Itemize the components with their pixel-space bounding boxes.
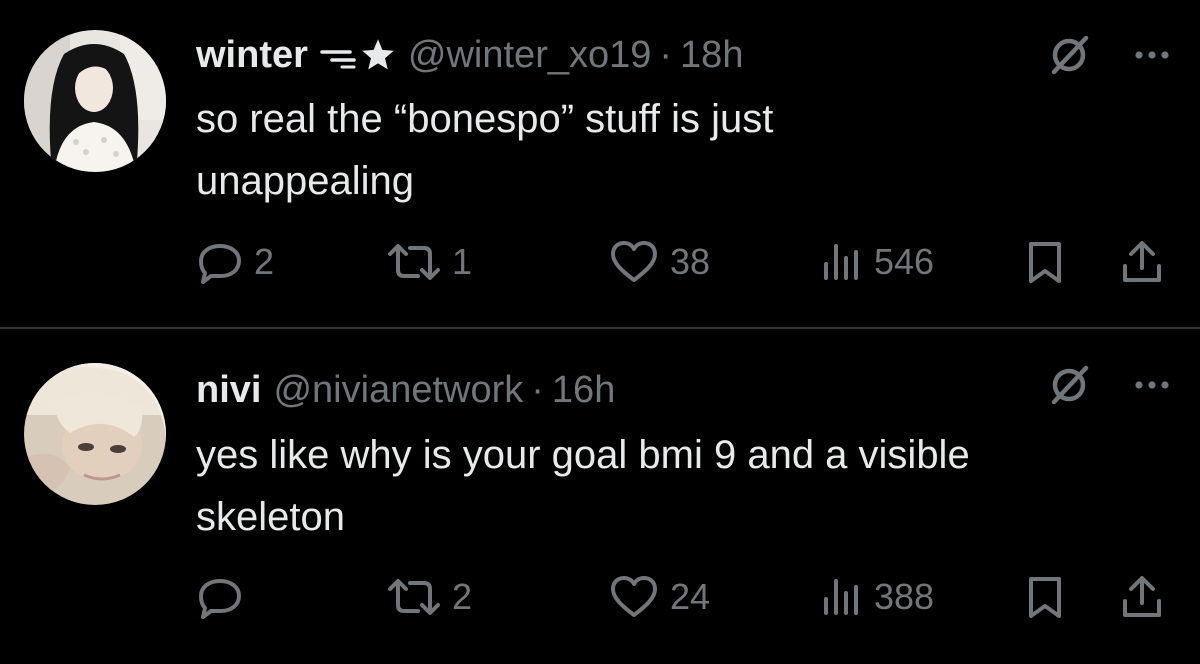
views-icon [824,579,858,615]
avatar[interactable] [24,30,166,172]
double-dash-icon [320,50,356,69]
name-badges [320,37,396,73]
user-avatar-photo [24,363,166,505]
tweet[interactable]: nivi @nivianetwork · 16h yes like why is… [0,329,1200,664]
timestamp[interactable]: 16h [552,362,615,418]
share-icon [1123,241,1161,282]
retweet-button[interactable]: 1 [386,236,472,288]
grok-icon[interactable] [1046,32,1092,78]
tweet-header: nivi @nivianetwork · 16h [196,362,615,418]
views-button[interactable]: 546 [816,236,934,288]
retweet-button[interactable]: 2 [386,571,472,623]
display-name[interactable]: nivi [196,362,261,418]
tweet-top-actions [1046,32,1170,78]
views-count: 388 [874,576,935,617]
tweet[interactable]: winter @winter_xo19 · 18h so real the “b… [0,0,1200,327]
bookmark-button[interactable] [1023,236,1067,288]
star-icon [362,39,394,70]
like-count: 24 [670,576,711,617]
like-icon [611,576,657,617]
share-button[interactable] [1118,571,1166,623]
more-icon[interactable] [1134,49,1170,61]
tweet-actions: 2 1 38 546 [196,236,1176,288]
separator-dot: · [531,369,544,411]
bookmark-icon [1029,242,1061,283]
user-handle[interactable]: @winter_xo19 [408,27,651,83]
tweet-header: winter @winter_xo19 · 18h [196,27,743,83]
tweet-actions: 2 24 388 [196,571,1176,623]
more-icon[interactable] [1134,379,1170,391]
retweet-count: 1 [452,241,473,282]
views-button[interactable]: 388 [816,571,934,623]
views-count: 546 [874,241,935,282]
like-icon [611,241,657,282]
tweet-text: so real the “bonespo” stuff is just unap… [196,97,774,203]
like-count: 38 [670,241,711,282]
tweet-text: yes like why is your goal bmi 9 and a vi… [196,433,970,539]
share-button[interactable] [1118,236,1166,288]
share-icon [1123,576,1161,617]
timestamp[interactable]: 18h [680,27,743,83]
bookmark-icon [1029,577,1061,618]
display-name[interactable]: winter [196,27,308,83]
avatar[interactable] [24,363,166,505]
views-icon [824,244,858,280]
reply-button[interactable]: 2 [196,236,274,288]
separator-dot: · [659,34,673,76]
reply-icon [199,579,241,619]
like-button[interactable]: 24 [608,571,710,623]
user-avatar-photo [24,30,166,172]
user-handle[interactable]: @nivianetwork [273,362,523,418]
retweet-count: 2 [452,576,473,617]
like-button[interactable]: 38 [608,236,710,288]
reply-button[interactable] [196,571,254,623]
tweet-top-actions [1046,362,1170,408]
grok-icon[interactable] [1046,362,1092,408]
bookmark-button[interactable] [1023,571,1067,623]
reply-icon [199,244,241,284]
retweet-icon [388,579,440,615]
retweet-icon [388,244,440,280]
reply-count: 2 [254,241,275,282]
